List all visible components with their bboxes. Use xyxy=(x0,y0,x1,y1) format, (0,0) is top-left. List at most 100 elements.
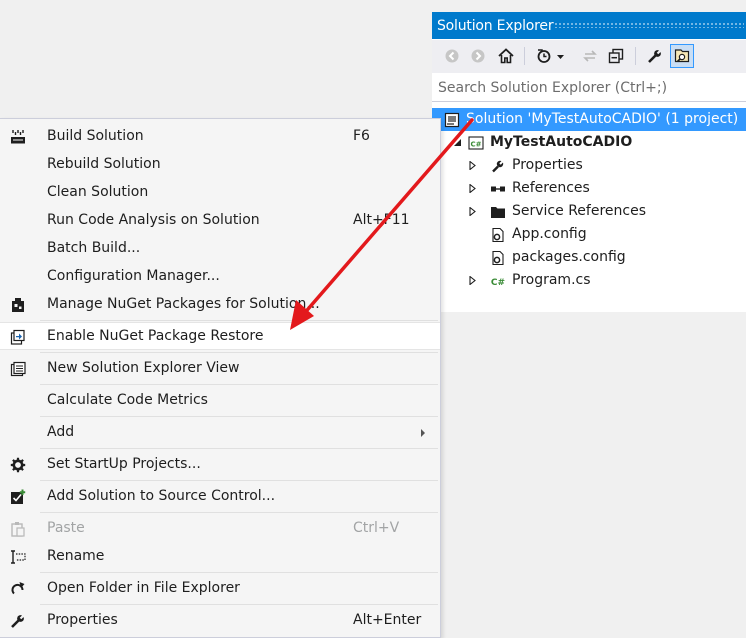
menu-separator xyxy=(40,416,438,417)
toolbar-separator xyxy=(635,47,636,65)
tree-item-label: Program.cs xyxy=(512,272,591,288)
tree-item-solution[interactable]: Solution 'MyTestAutoCADIO' (1 project) xyxy=(432,108,746,131)
menu-item-label: Build Solution xyxy=(47,128,144,144)
menu-item-add[interactable]: Add xyxy=(0,419,440,447)
nuget-package-icon xyxy=(12,298,24,312)
tree-item-references[interactable]: References xyxy=(432,177,746,200)
csharp-file-icon: C# xyxy=(491,278,505,288)
expand-triangle-icon[interactable] xyxy=(468,276,477,285)
source-control-add-icon xyxy=(11,489,26,504)
solution-explorer-panel: Solution Explorer Search Solution Explor… xyxy=(432,12,746,312)
tree-item-packages-config[interactable]: packages.config xyxy=(432,246,746,269)
menu-item-shortcut: F6 xyxy=(353,128,370,144)
collapse-triangle-icon[interactable] xyxy=(453,138,462,147)
solution-context-menu: Build Solution F6 Rebuild Solution Clean… xyxy=(0,118,441,638)
folder-icon xyxy=(491,207,505,218)
menu-item-rename[interactable]: Rename xyxy=(0,543,440,571)
menu-item-label: Properties xyxy=(47,612,118,628)
tree-item-label: App.config xyxy=(512,226,587,242)
tree-item-app-config[interactable]: App.config xyxy=(432,223,746,246)
menu-item-add-to-source-control[interactable]: Add Solution to Source Control... xyxy=(0,483,440,511)
svg-text:C#: C# xyxy=(491,278,505,288)
properties-wrench-icon[interactable] xyxy=(643,44,667,68)
menu-item-enable-nuget-package-restore[interactable]: Enable NuGet Package Restore xyxy=(0,322,440,350)
menu-item-set-startup-projects[interactable]: Set StartUp Projects... xyxy=(0,451,440,479)
menu-item-clean-solution[interactable]: Clean Solution xyxy=(0,179,440,207)
menu-separator xyxy=(40,448,438,449)
menu-separator xyxy=(40,352,438,353)
collapse-all-icon[interactable] xyxy=(604,44,628,68)
solution-explorer-search-input[interactable]: Search Solution Explorer (Ctrl+;) xyxy=(432,74,746,102)
menu-item-label: Manage NuGet Packages for Solution... xyxy=(47,296,320,312)
tree-item-program-cs[interactable]: C# Program.cs xyxy=(432,269,746,292)
menu-separator xyxy=(40,320,438,321)
menu-separator xyxy=(40,384,438,385)
svg-text:C#: C# xyxy=(470,141,481,149)
menu-item-manage-nuget-packages[interactable]: Manage NuGet Packages for Solution... xyxy=(0,291,440,319)
home-icon[interactable] xyxy=(494,44,518,68)
menu-item-label: Run Code Analysis on Solution xyxy=(47,212,260,228)
menu-separator xyxy=(40,604,438,605)
new-view-icon xyxy=(10,361,26,377)
solution-icon xyxy=(444,112,460,128)
open-folder-arrow-icon xyxy=(11,582,25,595)
references-icon xyxy=(491,186,505,192)
wrench-icon xyxy=(11,613,26,628)
solution-explorer-title-bar[interactable]: Solution Explorer xyxy=(432,12,746,39)
menu-separator xyxy=(40,512,438,513)
menu-separator xyxy=(40,480,438,481)
rename-icon xyxy=(11,550,26,564)
submenu-arrow-icon xyxy=(421,429,425,437)
menu-item-new-solution-explorer-view[interactable]: New Solution Explorer View xyxy=(0,355,440,383)
preview-selected-icon[interactable] xyxy=(670,44,694,68)
menu-item-rebuild-solution[interactable]: Rebuild Solution xyxy=(0,151,440,179)
menu-item-build-solution[interactable]: Build Solution F6 xyxy=(0,123,440,151)
paste-icon xyxy=(11,522,25,537)
menu-item-label: Clean Solution xyxy=(47,184,149,200)
config-file-icon xyxy=(492,227,504,243)
sync-icon[interactable] xyxy=(578,44,602,68)
menu-item-label: Rebuild Solution xyxy=(47,156,161,172)
menu-item-calculate-code-metrics[interactable]: Calculate Code Metrics xyxy=(0,387,440,415)
csharp-project-icon: C# xyxy=(468,136,484,150)
menu-item-configuration-manager[interactable]: Configuration Manager... xyxy=(0,263,440,291)
menu-item-label: Rename xyxy=(47,548,105,564)
history-dropdown-icon[interactable] xyxy=(556,44,568,68)
menu-item-shortcut: Alt+F11 xyxy=(353,212,410,228)
search-placeholder: Search Solution Explorer (Ctrl+;) xyxy=(438,80,668,96)
menu-separator xyxy=(40,572,438,573)
expand-triangle-icon[interactable] xyxy=(468,161,477,170)
menu-item-label: Calculate Code Metrics xyxy=(47,392,208,408)
expand-triangle-icon[interactable] xyxy=(468,207,477,216)
forward-icon[interactable] xyxy=(466,44,490,68)
menu-item-label: Paste xyxy=(47,520,85,536)
menu-item-open-folder-in-file-explorer[interactable]: Open Folder in File Explorer xyxy=(0,575,440,603)
tree-item-label: Properties xyxy=(512,157,583,173)
tree-item-project[interactable]: C# MyTestAutoCADIO xyxy=(432,131,746,154)
menu-item-label: New Solution Explorer View xyxy=(47,360,240,376)
menu-item-label: Configuration Manager... xyxy=(47,268,220,284)
menu-item-run-code-analysis[interactable]: Run Code Analysis on Solution Alt+F11 xyxy=(0,207,440,235)
menu-item-label: Add xyxy=(47,424,75,440)
tree-item-service-references[interactable]: Service References xyxy=(432,200,746,223)
menu-item-paste[interactable]: Paste Ctrl+V xyxy=(0,515,440,543)
menu-item-label: Add Solution to Source Control... xyxy=(47,488,276,504)
history-icon[interactable] xyxy=(532,44,556,68)
tree-item-label: MyTestAutoCADIO xyxy=(490,134,633,150)
menu-item-label: Enable NuGet Package Restore xyxy=(47,328,264,344)
gear-icon xyxy=(10,457,26,473)
menu-item-label: Batch Build... xyxy=(47,240,141,256)
tree-item-label: packages.config xyxy=(512,249,626,265)
expand-triangle-icon[interactable] xyxy=(468,184,477,193)
menu-item-label: Set StartUp Projects... xyxy=(47,456,201,472)
package-restore-icon xyxy=(10,329,25,345)
config-file-icon xyxy=(492,250,504,266)
toolbar-separator xyxy=(524,47,525,65)
menu-item-properties[interactable]: Properties Alt+Enter xyxy=(0,607,440,635)
wrench-icon xyxy=(492,159,505,173)
tree-item-properties[interactable]: Properties xyxy=(432,154,746,177)
solution-explorer-toolbar xyxy=(432,40,746,73)
menu-item-batch-build[interactable]: Batch Build... xyxy=(0,235,440,263)
tree-item-label: Solution 'MyTestAutoCADIO' (1 project) xyxy=(466,111,739,127)
back-icon[interactable] xyxy=(440,44,464,68)
